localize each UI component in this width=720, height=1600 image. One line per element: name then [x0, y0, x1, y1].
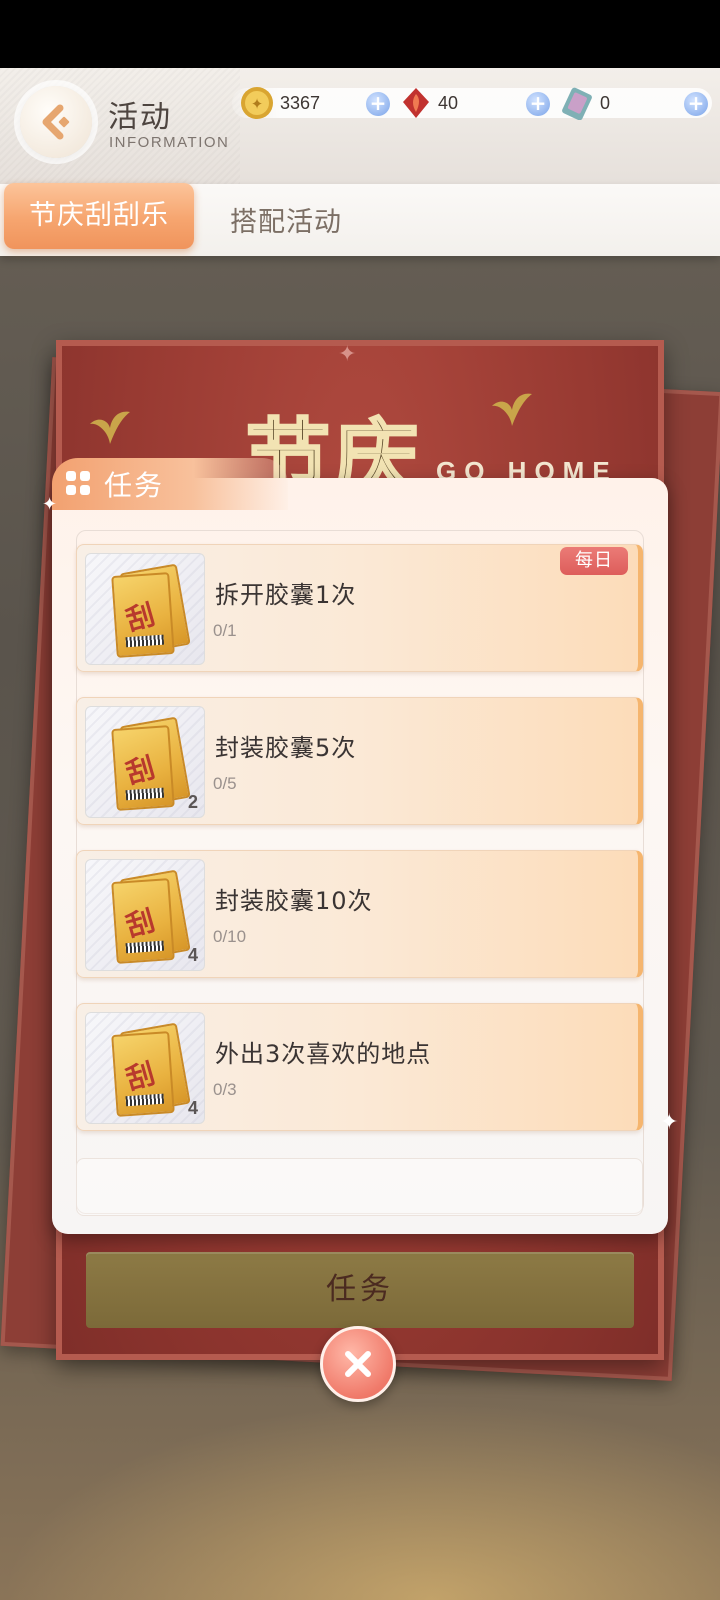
task-name: 外出3次喜欢的地点 [215, 1040, 432, 1068]
bird-icon [492, 393, 532, 426]
scratch-ticket-icon: 刮 [111, 725, 175, 811]
task-item[interactable]: 刮 拆开胶囊1次 0/1 每日 [76, 544, 643, 672]
reward-count: 4 [187, 945, 198, 965]
task-panel-title: 任务 [104, 469, 165, 502]
gem-amount: 40 [438, 92, 459, 113]
task-name: 封装胶囊5次 [215, 734, 357, 762]
page-subtitle: INFORMATION [109, 134, 230, 151]
close-button[interactable] [320, 1326, 396, 1402]
task-name: 封装胶囊10次 [215, 887, 373, 915]
scratch-ticket-icon: 刮 [111, 1031, 175, 1117]
ticket-currency: 0 [560, 84, 610, 122]
gem-currency: 40 [400, 84, 458, 122]
sparkle-icon: ✦ [42, 494, 58, 515]
bird-icon [90, 411, 130, 444]
close-icon [345, 1351, 371, 1377]
gold-currency: ✦ 3367 [240, 84, 320, 122]
page-title: 活动 [108, 100, 172, 135]
tab-festival-scratch[interactable]: 节庆刮刮乐 [4, 183, 194, 249]
task-item[interactable]: 刮 4 外出3次喜欢的地点 0/3 [76, 1003, 643, 1131]
gold-coin-icon: ✦ [241, 87, 273, 119]
reward-thumbnail: 刮 2 [85, 706, 205, 818]
sparkle-icon: ✦ [660, 1110, 679, 1135]
back-button[interactable] [20, 86, 92, 158]
add-gold-button[interactable]: + [366, 92, 390, 116]
ticket-card-icon [562, 87, 592, 120]
reward-count: 4 [187, 1098, 198, 1118]
back-arrow-icon [42, 104, 70, 140]
reward-count: 2 [187, 792, 198, 812]
task-progress: 0/10 [213, 927, 247, 946]
scratch-ticket-icon: 刮 [111, 572, 175, 658]
reward-thumbnail: 刮 4 [85, 1012, 205, 1124]
reward-thumbnail: 刮 [85, 553, 205, 665]
task-item[interactable]: 刮 4 封装胶囊10次 0/10 [76, 850, 643, 978]
reward-thumbnail: 刮 4 [85, 859, 205, 971]
svg-text:✦: ✦ [251, 95, 264, 113]
bottom-glow [0, 1400, 720, 1600]
grid-icon [66, 471, 92, 497]
task-progress: 0/3 [213, 1080, 237, 1099]
task-progress: 0/5 [213, 774, 237, 793]
task-name: 拆开胶囊1次 [215, 581, 357, 609]
add-gem-button[interactable]: + [526, 92, 550, 116]
daily-badge: 每日 [560, 547, 628, 575]
scratch-ticket-icon: 刮 [111, 878, 175, 964]
empty-task-slot [76, 1158, 643, 1216]
add-ticket-button[interactable]: + [684, 92, 708, 116]
mission-button[interactable]: 任务 [86, 1252, 634, 1328]
ticket-amount: 0 [600, 92, 611, 113]
tab-outfit-event[interactable]: 搭配活动 [230, 200, 342, 239]
task-progress: 0/1 [213, 621, 237, 640]
sparkle-icon: ✦ [338, 342, 357, 367]
gold-amount: 3367 [280, 92, 321, 113]
task-item[interactable]: 刮 2 封装胶囊5次 0/5 [76, 697, 643, 825]
task-panel-header: 任务 [52, 458, 288, 510]
status-bar [0, 0, 720, 68]
red-gem-icon [403, 88, 429, 118]
